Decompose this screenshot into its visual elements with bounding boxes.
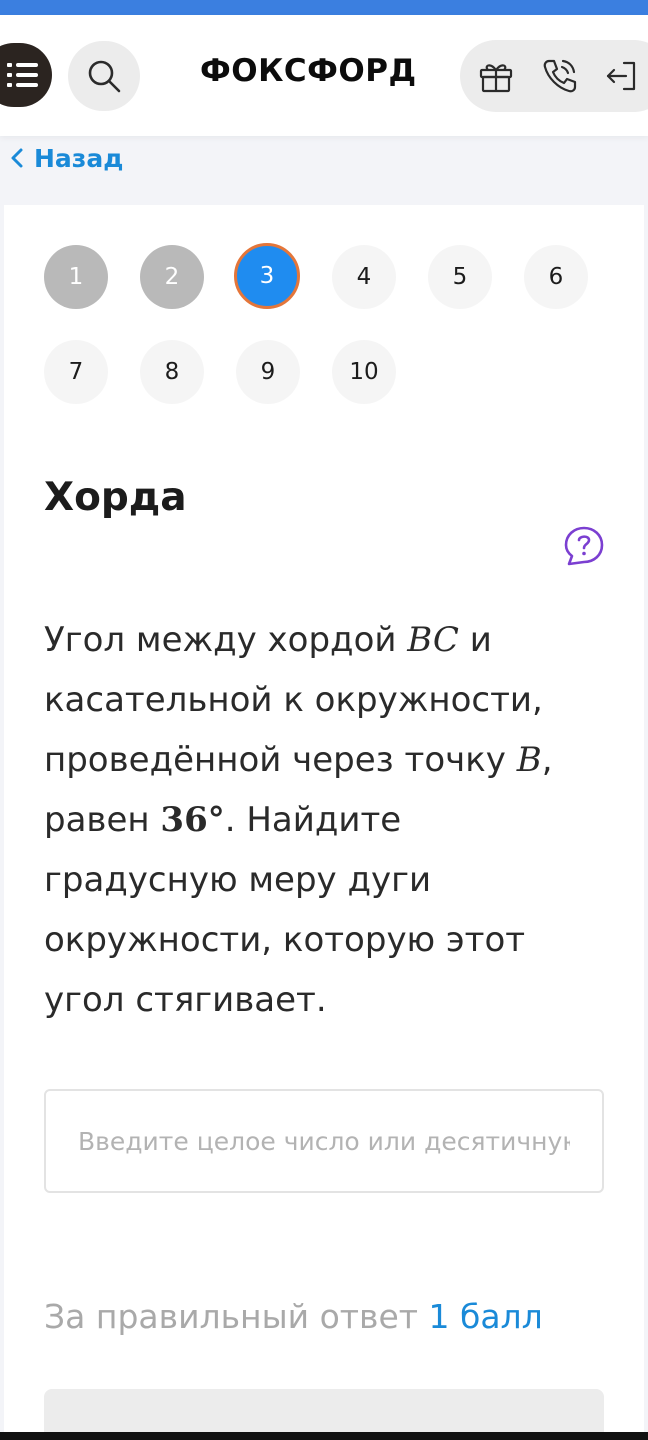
answer-input[interactable] (46, 1091, 602, 1191)
answer-field[interactable] (44, 1089, 604, 1193)
search-button[interactable] (68, 41, 140, 111)
page-button-9[interactable]: 9 (236, 340, 300, 404)
page-button-5[interactable]: 5 (428, 245, 492, 309)
question-bubble-icon[interactable] (563, 525, 605, 567)
math-angle: 36° (160, 800, 225, 840)
page-button-1[interactable]: 1 (44, 245, 108, 309)
math-b: B (516, 740, 542, 780)
page-button-7[interactable]: 7 (44, 340, 108, 404)
search-icon (88, 60, 121, 93)
login-icon (606, 61, 636, 91)
page-button-4[interactable]: 4 (332, 245, 396, 309)
phone-icon (543, 59, 577, 93)
list-menu-icon (7, 63, 38, 87)
login-button[interactable] (600, 54, 644, 98)
system-bottom-bar (0, 1432, 648, 1440)
top-accent-strip (0, 0, 648, 15)
gift-button[interactable] (474, 54, 518, 98)
score-info: За правильный ответ 1 балл (44, 1297, 543, 1336)
back-label: Назад (34, 143, 124, 173)
page-button-8[interactable]: 8 (140, 340, 204, 404)
chevron-left-icon (11, 148, 23, 168)
task-text: Угол между хордой BC и касательной к окр… (44, 610, 604, 1030)
back-link[interactable]: Назад (10, 140, 123, 176)
logo[interactable]: ФОКСФОРД (200, 53, 417, 89)
score-value: 1 балл (428, 1297, 543, 1336)
phone-button[interactable] (538, 54, 582, 98)
page-button-2[interactable]: 2 (140, 245, 204, 309)
page-button-6[interactable]: 6 (524, 245, 588, 309)
menu-button[interactable] (0, 43, 52, 107)
task-pager: 1 2 3 4 5 6 7 8 9 10 (4, 205, 644, 425)
score-prefix: За правильный ответ (44, 1297, 429, 1336)
task-text-part: Угол между хордой (44, 620, 408, 660)
task-card: 1 2 3 4 5 6 7 8 9 10 Хорда Угол между хо… (4, 205, 644, 1440)
gift-icon (479, 64, 513, 93)
math-bc: BC (407, 620, 459, 660)
page-button-10[interactable]: 10 (332, 340, 396, 404)
header: ФОКСФОРД (0, 15, 648, 136)
page-button-3[interactable]: 3 (234, 243, 300, 309)
header-actions (460, 40, 648, 112)
task-title: Хорда (44, 475, 187, 520)
